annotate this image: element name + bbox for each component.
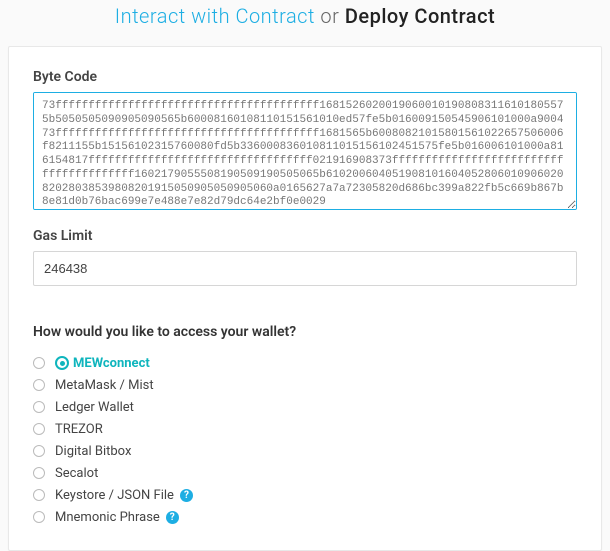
wallet-option[interactable]: Secalot (33, 462, 577, 484)
radio-icon (33, 445, 45, 457)
wallet-option[interactable]: MetaMask / Mist (33, 374, 577, 396)
wallet-option-label: Mnemonic Phrase (55, 510, 160, 525)
radio-icon (33, 489, 45, 501)
help-icon[interactable]: ? (166, 511, 179, 524)
wallet-option[interactable]: Mnemonic Phrase? (33, 506, 577, 528)
radio-icon (33, 379, 45, 391)
wallet-option-label: TREZOR (55, 422, 103, 437)
deploy-contract-title: Deploy Contract (345, 4, 495, 28)
bytecode-input[interactable]: 73ffffffffffffffffffffffffffffffffffffff… (33, 92, 577, 210)
wallet-option-label: MetaMask / Mist (55, 378, 154, 393)
wallet-option-label: Secalot (55, 466, 98, 481)
gas-limit-input[interactable] (33, 251, 577, 286)
wallet-option[interactable]: Digital Bitbox (33, 440, 577, 462)
radio-icon (33, 467, 45, 479)
wallet-option-label: Digital Bitbox (55, 444, 131, 459)
or-separator: or (320, 4, 339, 28)
radio-icon (33, 401, 45, 413)
wallet-options-list: MEWconnect MetaMask / Mist Ledger Wallet TR… (33, 352, 577, 528)
gas-limit-label: Gas Limit (33, 228, 577, 244)
wallet-option[interactable]: Ledger Wallet (33, 396, 577, 418)
mewconnect-icon (55, 356, 69, 370)
radio-icon (33, 511, 45, 523)
wallet-access-section: How would you like to access your wallet… (33, 318, 577, 528)
contract-card: Byte Code 73ffffffffffffffffffffffffffff… (8, 46, 602, 551)
radio-icon (33, 423, 45, 435)
radio-icon (33, 357, 45, 369)
page-header: Interact with Contract or Deploy Contrac… (0, 0, 610, 40)
wallet-option[interactable]: TREZOR (33, 418, 577, 440)
mewconnect-label: MEWconnect (55, 356, 150, 371)
wallet-option-label: MEWconnect (73, 356, 150, 371)
wallet-option[interactable]: Keystore / JSON File? (33, 484, 577, 506)
wallet-question: How would you like to access your wallet… (33, 324, 577, 340)
bytecode-label: Byte Code (33, 69, 577, 85)
interact-contract-link[interactable]: Interact with Contract (115, 4, 315, 28)
wallet-option[interactable]: MEWconnect (33, 352, 577, 374)
wallet-option-label: Ledger Wallet (55, 400, 134, 415)
wallet-option-label: Keystore / JSON File (55, 488, 174, 503)
